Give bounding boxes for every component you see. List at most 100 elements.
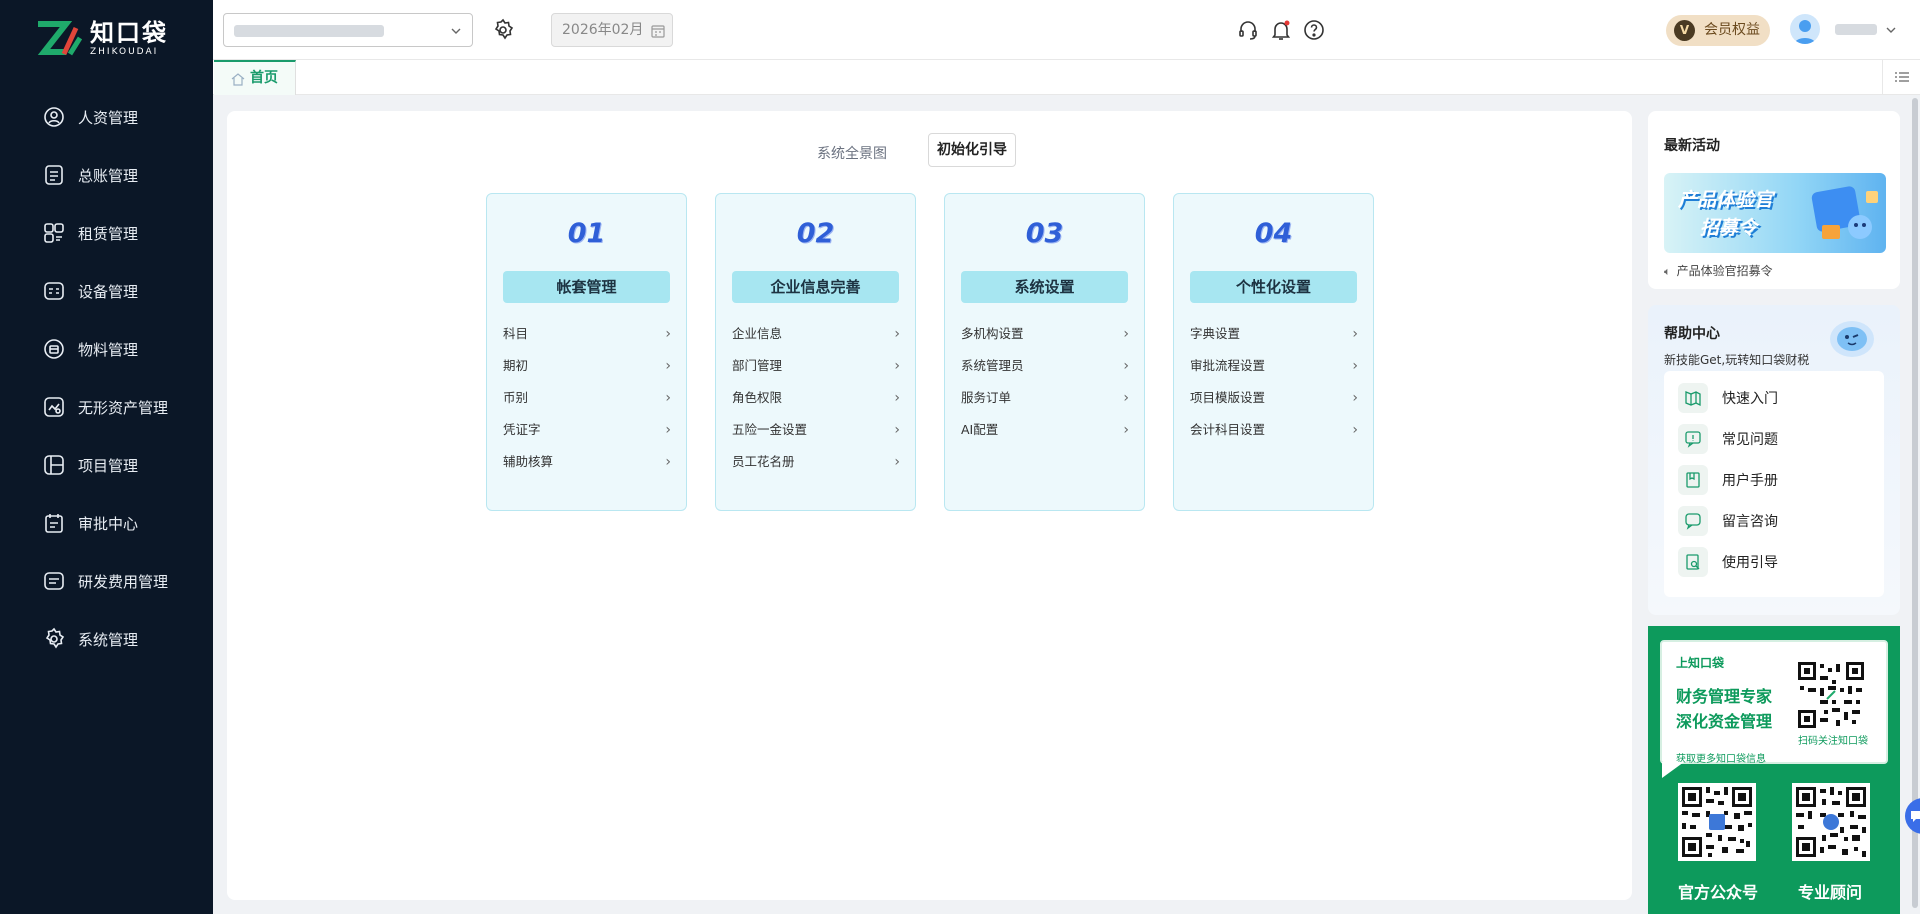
user-badge-icon — [44, 107, 64, 127]
step-link[interactable]: 角色权限 › — [732, 382, 902, 414]
sidebar-menu: 人资管理 总账管理 租赁管理 设备管理 物料管理 无形资产管理 项目管理 审批中… — [0, 88, 213, 668]
init-guide-button[interactable]: 初始化引导 — [928, 133, 1016, 167]
help-item-message[interactable]: 留言咨询 — [1678, 506, 1778, 536]
brand-logo[interactable]: 知口袋 ZHIKOUDAI — [36, 18, 168, 60]
sidebar-item-approval[interactable]: 审批中心 — [0, 494, 213, 552]
step-link[interactable]: AI配置 › — [961, 414, 1131, 446]
qr-code-icon — [1796, 660, 1866, 730]
bell-icon[interactable] — [1269, 18, 1293, 42]
top-bar: 2026年02月 V 会员权益 — [213, 0, 1920, 60]
company-select[interactable] — [223, 13, 473, 47]
sidebar-item-rd-expense[interactable]: 研发费用管理 — [0, 552, 213, 610]
avatar[interactable] — [1790, 14, 1820, 44]
step-title[interactable]: 系统设置 — [961, 271, 1128, 303]
sidebar-item-intangible[interactable]: 无形资产管理 — [0, 378, 213, 436]
step-link[interactable]: 科目 › — [503, 318, 673, 350]
settings-gear-icon[interactable] — [491, 18, 515, 42]
vip-benefits-button[interactable]: V 会员权益 — [1666, 15, 1770, 46]
sidebar-item-system[interactable]: 系统管理 — [0, 610, 213, 668]
step-title[interactable]: 帐套管理 — [503, 271, 670, 303]
user-avatar-icon — [1794, 20, 1816, 44]
activity-panel: 最新活动 产品体验官 招募令 🔈︎ 产品体验官招募令 — [1648, 111, 1900, 289]
banner-illustration-icon — [1811, 186, 1878, 239]
help-item-guide[interactable]: 使用引导 — [1678, 547, 1778, 577]
chevron-right-icon: › — [1352, 390, 1358, 406]
step-link[interactable]: 企业信息 › — [732, 318, 902, 350]
sidebar-item-lease[interactable]: 租赁管理 — [0, 204, 213, 262]
step-link[interactable]: 服务订单 › — [961, 382, 1131, 414]
chat-float-button[interactable] — [1905, 798, 1920, 834]
help-item-quickstart[interactable]: 快速入门 — [1678, 383, 1778, 413]
promo-scan: 扫码关注知口袋 — [1798, 736, 1868, 747]
banner-title-line1: 产品体验官 — [1678, 189, 1774, 211]
home-icon — [231, 73, 245, 86]
step-link[interactable]: 审批流程设置 › — [1190, 350, 1360, 382]
help-subtitle: 新技能Get,玩转知口袋财税 — [1664, 353, 1810, 367]
help-item-manual[interactable]: 用户手册 — [1678, 465, 1778, 495]
sidebar-item-label: 总账管理 — [78, 166, 139, 185]
step-link[interactable]: 辅助核算 › — [503, 446, 673, 478]
chevron-right-icon: › — [1123, 358, 1129, 374]
guide-panel: 系统全景图 初始化引导 01 帐套管理 科目 › 期初 › 币别 › 凭证字 › 辅助核… — [227, 111, 1632, 900]
step-link[interactable]: 会计科目设置 › — [1190, 414, 1360, 446]
sidebar-item-label: 人资管理 — [78, 108, 139, 127]
chat-bubble-icon — [1911, 811, 1920, 822]
step-card: 03 系统设置 多机构设置 › 系统管理员 › 服务订单 › AI配置 › — [944, 193, 1145, 511]
sidebar-item-ledger[interactable]: 总账管理 — [0, 146, 213, 204]
help-title: 帮助中心 — [1664, 326, 1720, 342]
tab-home[interactable]: 首页 — [214, 60, 296, 95]
activity-caption[interactable]: 🔈︎ 产品体验官招募令 — [1664, 262, 1773, 279]
promo-more: 获取更多知口袋信息 — [1676, 754, 1766, 765]
step-link[interactable]: 字典设置 › — [1190, 318, 1360, 350]
qr-code-advisor-icon[interactable] — [1792, 783, 1870, 861]
scrollbar-thumb[interactable] — [1912, 98, 1918, 908]
approval-icon — [45, 514, 63, 533]
step-link[interactable]: 凭证字 › — [503, 414, 673, 446]
overview-link[interactable]: 系统全景图 — [817, 143, 887, 163]
username-redacted[interactable] — [1835, 24, 1877, 35]
chevron-right-icon: › — [1352, 326, 1358, 342]
step-link[interactable]: 员工花名册 › — [732, 446, 902, 478]
vip-label: 会员权益 — [1704, 22, 1760, 38]
material-icon — [44, 339, 64, 359]
step-title[interactable]: 个性化设置 — [1190, 271, 1357, 303]
promo-card: 上知口袋 财务管理专家 深化资金管理 获取更多知口袋信息 扫码关注知口袋 — [1660, 640, 1888, 765]
chevron-down-icon[interactable] — [1885, 24, 1897, 36]
step-card: 04 个性化设置 字典设置 › 审批流程设置 › 项目模版设置 › 会计科目设置 › — [1173, 193, 1374, 511]
sidebar-item-hr[interactable]: 人资管理 — [0, 88, 213, 146]
device-icon — [44, 282, 64, 300]
qr-code-official-icon[interactable] — [1678, 783, 1756, 861]
step-link[interactable]: 系统管理员 › — [961, 350, 1131, 382]
step-link[interactable]: 五险一金设置 › — [732, 414, 902, 446]
sidebar-item-label: 项目管理 — [78, 456, 139, 475]
period-picker[interactable]: 2026年02月 — [551, 13, 673, 47]
sidebar-item-project[interactable]: 项目管理 — [0, 436, 213, 494]
help-circle-icon[interactable] — [1302, 18, 1326, 42]
sidebar-item-device[interactable]: 设备管理 — [0, 262, 213, 320]
mascot-icon — [1830, 321, 1874, 357]
promo-panel: 上知口袋 财务管理专家 深化资金管理 获取更多知口袋信息 扫码关注知口袋 官方公… — [1648, 626, 1900, 914]
step-link[interactable]: 期初 › — [503, 350, 673, 382]
question-bubble-icon — [1678, 424, 1708, 454]
step-link[interactable]: 多机构设置 › — [961, 318, 1131, 350]
promo-headline: 财务管理专家 深化资金管理 — [1676, 687, 1773, 731]
tab-home-label: 首页 — [250, 70, 278, 86]
activity-banner[interactable]: 产品体验官 招募令 — [1664, 173, 1886, 253]
step-link[interactable]: 部门管理 › — [732, 350, 902, 382]
sidebar-item-material[interactable]: 物料管理 — [0, 320, 213, 378]
step-link[interactable]: 币别 › — [503, 382, 673, 414]
step-number: 02 — [796, 218, 835, 249]
chevron-down-icon — [451, 28, 461, 34]
chevron-right-icon: › — [894, 358, 900, 374]
tab-list-button[interactable] — [1882, 60, 1920, 95]
step-title[interactable]: 企业信息完善 — [732, 271, 899, 303]
banner-title-line2: 招募令 — [1700, 217, 1758, 239]
help-item-faq[interactable]: 常见问题 — [1678, 424, 1778, 454]
chevron-right-icon: › — [1123, 422, 1129, 438]
help-panel: 帮助中心 新技能Get,玩转知口袋财税 快速入门 常见问题 用户手册 留言咨询 — [1648, 305, 1900, 615]
promo-tag: 上知口袋 — [1676, 656, 1725, 670]
headset-icon[interactable] — [1236, 18, 1260, 42]
sidebar-item-label: 租赁管理 — [78, 224, 139, 243]
sidebar-item-label: 研发费用管理 — [78, 572, 169, 591]
step-link[interactable]: 项目模版设置 › — [1190, 382, 1360, 414]
